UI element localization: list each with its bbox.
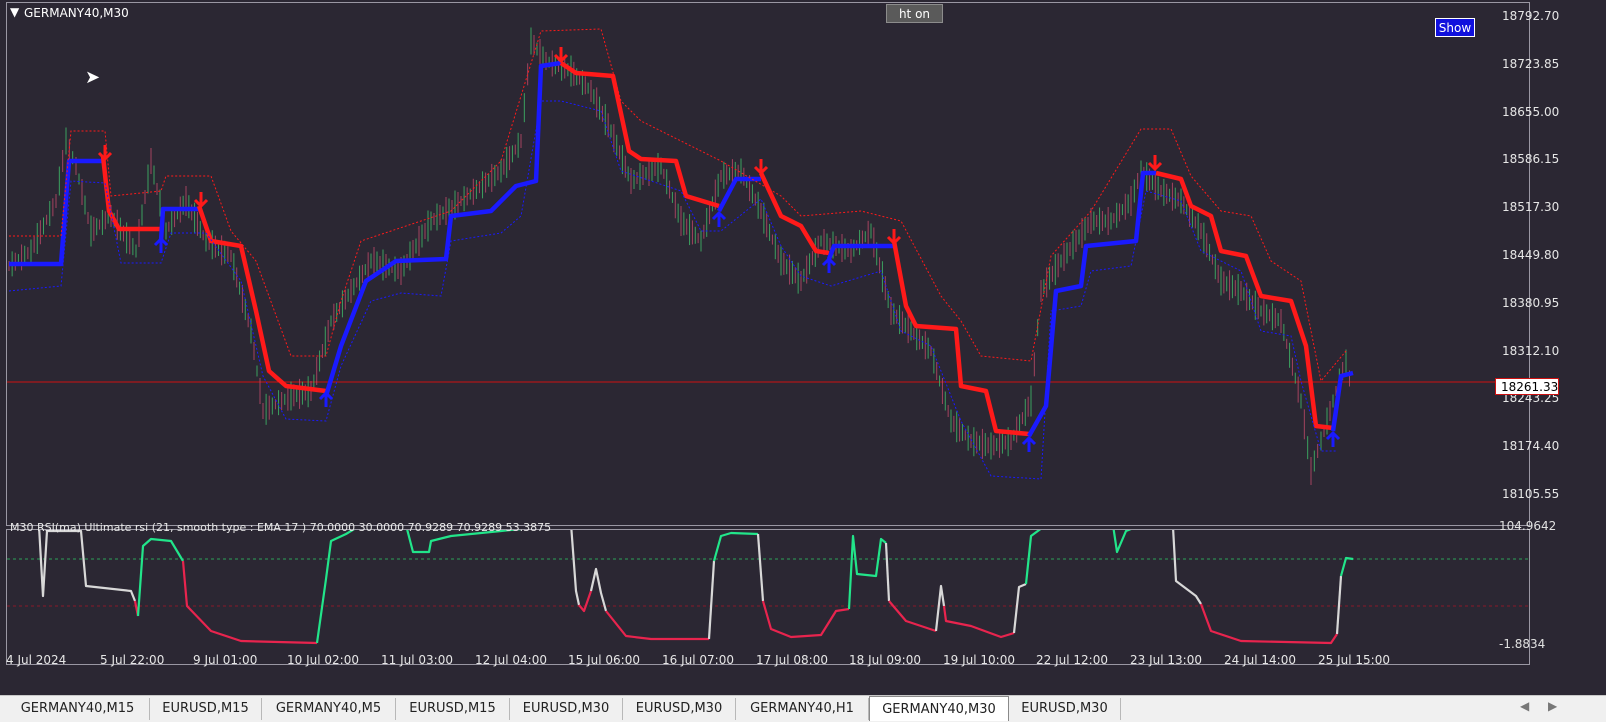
supertrend-line — [9, 60, 1354, 438]
symbol-title: GERMANY40,M30 — [24, 6, 129, 20]
rsi-line — [38, 530, 1354, 645]
buy-arrow-icon — [711, 210, 727, 227]
chart-tab[interactable]: GERMANY40,H1 — [736, 698, 869, 720]
price-axis-label: 18586.15 — [1502, 152, 1560, 166]
price-axis-label: 18449.80 — [1502, 248, 1560, 262]
price-axis-label: 18723.85 — [1502, 57, 1560, 71]
buy-arrow-icon — [821, 256, 837, 273]
price-axis-label: 18380.95 — [1502, 296, 1560, 310]
time-axis-label: 10 Jul 02:00 — [287, 653, 359, 667]
time-axis-label: 15 Jul 06:00 — [568, 653, 640, 667]
time-axis-label: 11 Jul 03:00 — [381, 653, 453, 667]
time-axis-label: 5 Jul 22:00 — [100, 653, 165, 667]
buy-arrow-icon — [318, 390, 334, 407]
sell-arrow-icon — [1147, 155, 1163, 172]
envelope-bands — [8, 28, 1347, 480]
price-axis-label: 18312.10 — [1502, 344, 1560, 358]
buy-arrow-icon — [1325, 430, 1341, 447]
price-axis-label: 18655.00 — [1502, 105, 1560, 119]
candles — [8, 27, 1350, 485]
buy-arrow-icon — [153, 236, 169, 253]
sell-arrow-icon — [553, 47, 569, 64]
sell-arrow-icon — [753, 159, 769, 176]
signal-arrows — [97, 47, 1341, 452]
price-chart-pane[interactable]: ▼ GERMANY40,M30 ht on Show ➤ — [6, 2, 1530, 526]
chart-tab-bar: GERMANY40,M15 EURUSD,M15 GERMANY40,M5 EURUS… — [0, 695, 1606, 722]
indicator-label: M30 RSI(ma) Ultimate rsi (21, smooth typ… — [10, 521, 552, 534]
indicator-axis-bottom: -1.8834 — [1499, 637, 1546, 651]
ht-on-button[interactable]: ht on — [886, 4, 943, 23]
chart-tab[interactable]: EURUSD,M30 — [1009, 698, 1121, 720]
time-axis-label: 12 Jul 04:00 — [475, 653, 547, 667]
show-button[interactable]: Show — [1435, 18, 1475, 37]
time-axis-label: 17 Jul 08:00 — [756, 653, 828, 667]
collapse-arrow-icon[interactable]: ▼ — [10, 5, 19, 19]
time-axis-label: 23 Jul 13:00 — [1130, 653, 1202, 667]
time-axis-label: 4 Jul 2024 — [6, 653, 67, 667]
tab-scroll-left-icon[interactable]: ◀ — [1520, 699, 1529, 713]
sell-arrow-icon — [193, 192, 209, 209]
mouse-cursor-icon: ➤ — [85, 67, 101, 88]
price-axis-label: 18517.30 — [1502, 200, 1560, 214]
rsi-indicator-canvas[interactable] — [7, 530, 1529, 664]
time-axis-label: 25 Jul 15:00 — [1318, 653, 1390, 667]
chart-tab[interactable]: GERMANY40,M5 — [262, 698, 396, 720]
buy-arrow-icon — [1021, 435, 1037, 452]
sell-arrow-icon — [886, 229, 902, 246]
chart-tab[interactable]: GERMANY40,M15 — [6, 698, 150, 720]
time-axis-label: 18 Jul 09:00 — [849, 653, 921, 667]
price-axis-label: 18174.40 — [1502, 439, 1560, 453]
time-axis-label: 9 Jul 01:00 — [193, 653, 258, 667]
time-axis-label: 19 Jul 10:00 — [943, 653, 1015, 667]
price-axis-label: 18105.55 — [1502, 487, 1560, 501]
current-price-label: 18261.33 — [1501, 380, 1559, 394]
indicator-axis-top: 104.9642 — [1499, 519, 1557, 533]
sell-arrow-icon — [97, 145, 113, 162]
time-axis-label: 16 Jul 07:00 — [662, 653, 734, 667]
chart-tab[interactable]: EURUSD,M30 — [510, 698, 623, 720]
tab-scroll-right-icon[interactable]: ▶ — [1548, 699, 1557, 713]
time-axis-label: 24 Jul 14:00 — [1224, 653, 1296, 667]
chart-tab[interactable]: GERMANY40,M30 — [869, 696, 1009, 721]
chart-window[interactable]: ▼ GERMANY40,M30 ht on Show ➤ M30 RSI(ma)… — [0, 0, 1606, 695]
time-axis-label: 22 Jul 12:00 — [1036, 653, 1108, 667]
chart-tab[interactable]: EURUSD,M15 — [150, 698, 262, 720]
price-chart-canvas[interactable] — [7, 3, 1529, 525]
chart-tab[interactable]: EURUSD,M15 — [396, 698, 510, 720]
rsi-indicator-pane[interactable]: M30 RSI(ma) Ultimate rsi (21, smooth typ… — [6, 521, 1530, 665]
price-axis-label: 18792.70 — [1502, 9, 1560, 23]
chart-tab[interactable]: EURUSD,M30 — [623, 698, 736, 720]
